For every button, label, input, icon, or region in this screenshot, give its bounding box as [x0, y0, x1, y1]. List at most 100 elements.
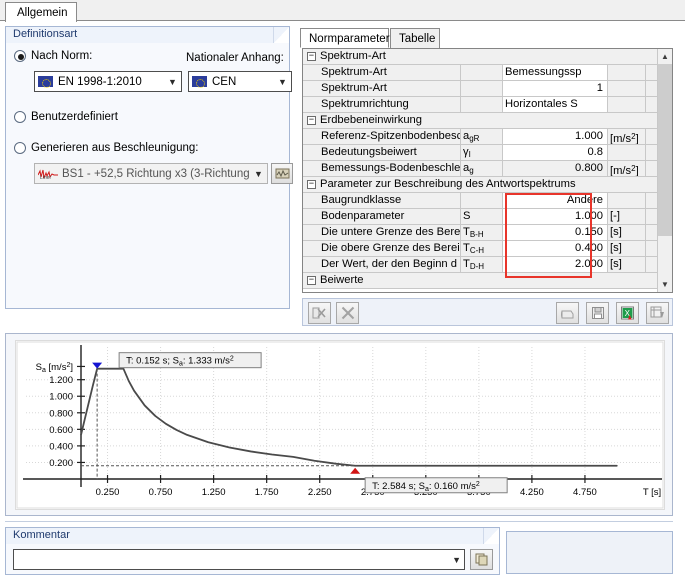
tab-allgemein[interactable]: Allgemein: [5, 2, 77, 22]
eu-flag-icon: [38, 76, 53, 88]
row-symbol: TC-H: [461, 241, 503, 257]
scrollbar-thumb[interactable]: [658, 64, 672, 236]
bottom-divider: [5, 521, 673, 522]
tab-tabelle-label: Tabelle: [399, 33, 436, 45]
radio-nach-norm-indicator[interactable]: [14, 50, 26, 62]
excel-import-icon: [650, 306, 664, 318]
row-value[interactable]: 1.000: [503, 209, 608, 225]
table-row[interactable]: Spektrumrichtung Horizontales S: [303, 97, 672, 113]
svg-text:0.750: 0.750: [149, 487, 173, 498]
radio-nach-norm-label: Nach Norm:: [31, 50, 93, 62]
table-group-row[interactable]: − Erdbebeneinwirkung: [303, 113, 672, 129]
table-row[interactable]: Die untere Grenze des Bere TB-H 0.150 [s…: [303, 225, 672, 241]
spectrum-chart[interactable]: 0.200 0.400 0.600 0.800 1.000 1.200 Sa [m/s2] 0…: [15, 340, 665, 510]
row-name: Spektrum-Art: [303, 81, 461, 97]
row-value[interactable]: 2.000: [503, 257, 608, 273]
group-corner-decoration: [483, 528, 499, 544]
row-name: Bedeutungsbeiwert: [303, 145, 461, 161]
row-name: Die untere Grenze des Bere: [303, 225, 461, 241]
row-value[interactable]: 0.400: [503, 241, 608, 257]
main-tabstrip: Allgemein: [0, 0, 685, 22]
collapse-icon[interactable]: −: [307, 115, 316, 125]
import-button[interactable]: [646, 302, 669, 324]
svg-text:0.250: 0.250: [96, 487, 120, 498]
table-row[interactable]: Spektrum-Art 1: [303, 81, 672, 97]
table-row[interactable]: Baugrundklasse Andere: [303, 193, 672, 209]
excel-export-icon: X: [621, 306, 634, 320]
group-row-label: − Beiwerte: [303, 273, 672, 289]
row-value[interactable]: 1.000: [503, 129, 608, 145]
collapse-icon[interactable]: −: [307, 179, 316, 189]
collapse-icon[interactable]: −: [307, 51, 316, 61]
table-row[interactable]: Bemessungs-Bodenbeschle ag 0.800 [m/s2]: [303, 161, 672, 177]
kommentar-group: Kommentar ▼: [5, 527, 500, 575]
svg-text:T [s]: T [s]: [643, 487, 661, 498]
param-tabstrip: Normparameter Tabelle: [300, 28, 670, 48]
cross-icon: [341, 306, 354, 320]
row-value[interactable]: Bemessungssp: [503, 65, 608, 81]
chevron-up-icon[interactable]: ▲: [658, 49, 672, 64]
standard-combo[interactable]: EN 1998-1:2010 ▼: [34, 71, 182, 92]
chevron-down-icon[interactable]: ▼: [274, 72, 291, 91]
standard-combo-value: EN 1998-1:2010: [58, 75, 142, 88]
row-name: Spektrumrichtung: [303, 97, 461, 113]
table-row[interactable]: Bedeutungsbeiwert γI 0.8: [303, 145, 672, 161]
chevron-down-icon[interactable]: ▼: [250, 164, 267, 183]
row-unit: [m/s2]: [608, 129, 646, 145]
row-value[interactable]: 1: [503, 81, 608, 97]
row-value[interactable]: Horizontales S: [503, 97, 608, 113]
export-excel-button[interactable]: X: [616, 302, 639, 324]
radio-nach-norm[interactable]: Nach Norm:: [14, 50, 92, 62]
kommentar-pick-button[interactable]: [470, 549, 493, 570]
table-row[interactable]: Die obere Grenze des Berei TC-H 0.400 [s…: [303, 241, 672, 257]
clear-all-button[interactable]: [336, 302, 359, 324]
table-row[interactable]: Referenz-Spitzenbodenbesc agR 1.000 [m/s…: [303, 129, 672, 145]
row-value[interactable]: 0.8: [503, 145, 608, 161]
table-group-row[interactable]: − Parameter zur Beschreibung des Antworts…: [303, 177, 672, 193]
row-unit: [608, 65, 646, 81]
parameter-table[interactable]: − Spektrum-Art Spektrum-Art Bemessungssp …: [302, 48, 673, 293]
radio-benutzerdefiniert-indicator[interactable]: [14, 111, 26, 123]
printer-icon: [561, 310, 574, 318]
print-button[interactable]: [556, 302, 579, 324]
save-button[interactable]: [586, 302, 609, 324]
chevron-down-icon[interactable]: ▼: [658, 277, 672, 292]
row-name: Referenz-Spitzenbodenbesc: [303, 129, 461, 145]
table-row[interactable]: Der Wert, der den Beginn d TD-H 2.000 [s…: [303, 257, 672, 273]
row-name: Der Wert, der den Beginn d: [303, 257, 461, 273]
edit-accelerogram-button[interactable]: [271, 163, 293, 184]
svg-text:0.200: 0.200: [49, 458, 73, 469]
delete-row-button[interactable]: [308, 302, 331, 324]
radio-generieren[interactable]: Generieren aus Beschleunigung:: [14, 142, 199, 154]
row-symbol: agR: [461, 129, 503, 145]
edit-accelerogram-icon: [275, 168, 289, 179]
radio-generieren-indicator[interactable]: [14, 142, 26, 154]
accelerogram-icon: Liner: [38, 168, 58, 180]
national-annex-combo[interactable]: CEN ▼: [188, 71, 292, 92]
table-row[interactable]: Bodenparameter S 1.000 [-]: [303, 209, 672, 225]
collapse-icon[interactable]: −: [307, 275, 316, 285]
table-toolbar: X: [302, 298, 673, 326]
chevron-down-icon[interactable]: ▼: [164, 72, 181, 91]
right-stub-panel: [506, 531, 673, 574]
tab-normparameter[interactable]: Normparameter: [300, 28, 390, 48]
row-value[interactable]: 0.150: [503, 225, 608, 241]
kommentar-input[interactable]: ▼: [13, 549, 465, 570]
chevron-down-icon[interactable]: ▼: [452, 555, 461, 565]
row-symbol: [461, 193, 503, 209]
radio-benutzerdefiniert[interactable]: Benutzerdefiniert: [14, 111, 118, 123]
table-row[interactable]: Spektrum-Art Bemessungssp: [303, 65, 672, 81]
row-value[interactable]: Andere: [503, 193, 608, 209]
table-group-row[interactable]: − Beiwerte: [303, 273, 672, 289]
row-unit: [s]: [608, 257, 646, 273]
row-symbol: [461, 65, 503, 81]
row-unit: [608, 81, 646, 97]
group-corner-decoration: [273, 27, 289, 43]
table-group-row[interactable]: − Spektrum-Art: [303, 49, 672, 65]
accelerogram-combo[interactable]: Liner BS1 - +52,5 Richtung x3 (3-Richtun…: [34, 163, 268, 184]
nationaler-anhang-label: Nationaler Anhang:: [186, 52, 284, 64]
group-row-label: − Spektrum-Art: [303, 49, 672, 65]
tab-tabelle[interactable]: Tabelle: [390, 28, 440, 48]
svg-text:1.000: 1.000: [49, 392, 73, 403]
table-scrollbar[interactable]: ▲ ▼: [657, 49, 672, 292]
